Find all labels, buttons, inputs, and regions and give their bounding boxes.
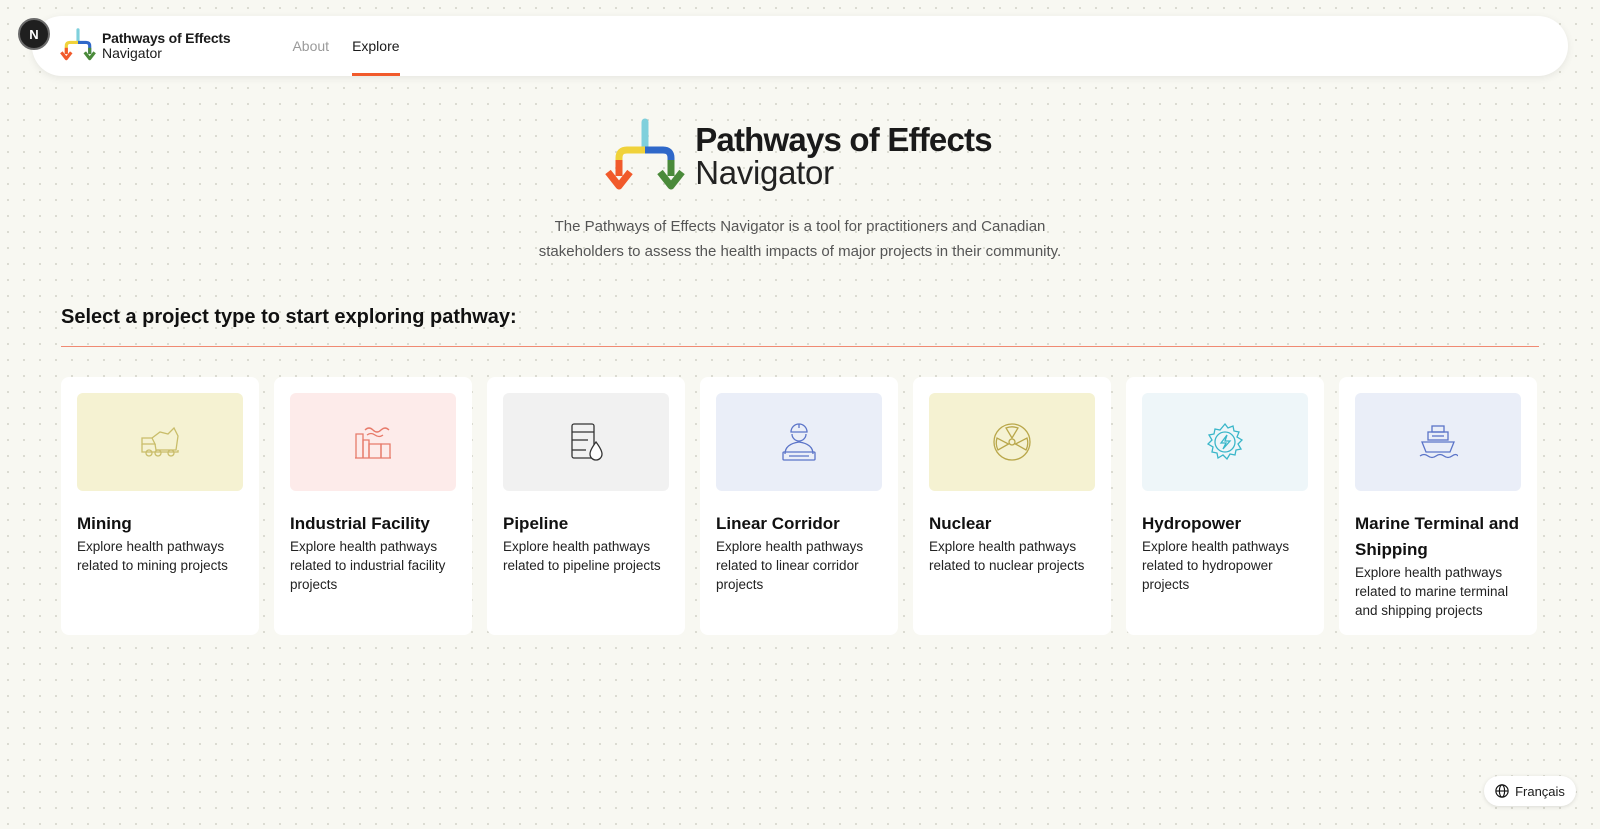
card-title: Marine Terminal and Shipping bbox=[1355, 514, 1520, 559]
card-icon-bg bbox=[929, 393, 1095, 491]
project-card-marine-terminal[interactable]: Marine Terminal and Shipping Explore hea… bbox=[1339, 377, 1537, 635]
hero-section: Pathways of Effects Navigator The Pathwa… bbox=[0, 118, 1600, 264]
language-toggle-button[interactable]: Français bbox=[1484, 776, 1576, 806]
project-card-mining[interactable]: Mining Explore health pathways related t… bbox=[61, 377, 259, 635]
section-divider bbox=[61, 346, 1539, 347]
card-title: Linear Corridor bbox=[716, 514, 840, 533]
project-card-industrial-facility[interactable]: Industrial Facility Explore health pathw… bbox=[274, 377, 472, 635]
hero-subtitle: Navigator bbox=[695, 154, 834, 191]
card-icon-bg bbox=[290, 393, 456, 491]
nav-about-link[interactable]: About bbox=[292, 16, 329, 76]
project-card-nuclear[interactable]: Nuclear Explore health pathways related … bbox=[913, 377, 1111, 635]
card-title: Hydropower bbox=[1142, 514, 1242, 533]
card-icon-bg bbox=[1355, 393, 1521, 491]
power-gear-icon bbox=[1206, 422, 1244, 461]
factory-icon bbox=[355, 427, 391, 459]
card-icon-bg bbox=[716, 393, 882, 491]
engineer-icon bbox=[782, 423, 816, 461]
brand-home-link[interactable]: Pathways of Effects Navigator bbox=[60, 28, 231, 64]
card-description: Explore health pathways related to minin… bbox=[77, 539, 228, 573]
card-icon-bg bbox=[77, 393, 243, 491]
top-navbar: Pathways of Effects Navigator About Expl… bbox=[32, 16, 1568, 76]
card-title: Nuclear bbox=[929, 514, 992, 533]
hero-title: Pathways of Effects bbox=[695, 121, 992, 158]
section-heading: Select a project type to start exploring… bbox=[61, 306, 517, 328]
card-description: Explore health pathways related to linea… bbox=[716, 539, 864, 592]
card-description: Explore health pathways related to hydro… bbox=[1142, 539, 1290, 592]
globe-icon bbox=[1495, 784, 1509, 798]
hero-logo: Pathways of Effects Navigator bbox=[605, 118, 993, 194]
project-type-cards: Mining Explore health pathways related t… bbox=[61, 377, 1537, 635]
card-icon-bg bbox=[503, 393, 669, 491]
next-badge[interactable]: N bbox=[18, 18, 50, 50]
hero-description: The Pathways of Effects Navigator is a t… bbox=[538, 218, 1062, 260]
card-description: Explore health pathways related to indus… bbox=[290, 539, 446, 592]
mining-truck-icon bbox=[141, 426, 179, 457]
card-description: Explore health pathways related to pipel… bbox=[503, 539, 661, 573]
card-icon-bg bbox=[1142, 393, 1308, 491]
card-description: Explore health pathways related to marin… bbox=[1355, 565, 1509, 618]
ship-icon bbox=[1419, 425, 1458, 459]
card-description: Explore health pathways related to nucle… bbox=[929, 539, 1085, 573]
oil-barrel-icon bbox=[571, 423, 603, 461]
language-toggle-label: Français bbox=[1515, 783, 1565, 799]
pathways-logo-large-icon bbox=[605, 118, 685, 190]
project-card-hydropower[interactable]: Hydropower Explore health pathways relat… bbox=[1126, 377, 1324, 635]
nav-explore-link[interactable]: Explore bbox=[352, 16, 401, 76]
radiation-icon bbox=[993, 423, 1031, 461]
project-card-pipeline[interactable]: Pipeline Explore health pathways related… bbox=[487, 377, 685, 635]
card-title: Mining bbox=[77, 514, 132, 533]
brand-subtitle: Navigator bbox=[102, 45, 162, 61]
card-title: Industrial Facility bbox=[290, 514, 430, 533]
pathways-logo-icon bbox=[60, 28, 96, 61]
card-title: Pipeline bbox=[503, 514, 569, 533]
nav-links: About Explore bbox=[292, 16, 422, 76]
brand-title: Pathways of Effects bbox=[102, 30, 231, 46]
project-card-linear-corridor[interactable]: Linear Corridor Explore health pathways … bbox=[700, 377, 898, 635]
